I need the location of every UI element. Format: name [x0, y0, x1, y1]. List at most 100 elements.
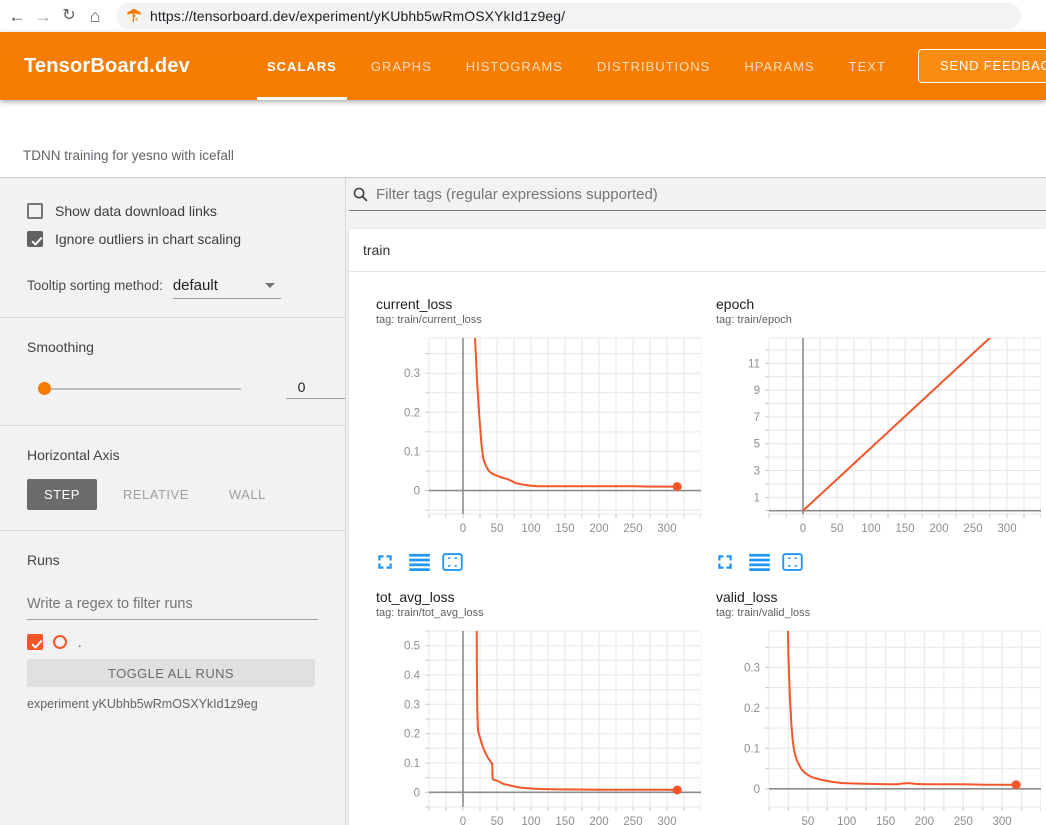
y-tick-label: 0.1	[744, 743, 760, 755]
last-point-marker	[1012, 780, 1021, 789]
y-tick-label: 0.3	[404, 699, 420, 711]
show-download-links-row[interactable]: Show data download links	[27, 203, 345, 219]
y-tick-label: 0.2	[744, 703, 760, 715]
tooltip-sorting-value: default	[173, 277, 218, 294]
line-chart-plot[interactable]: 05010015020025030000.10.20.3	[361, 333, 701, 539]
last-point-marker	[673, 786, 682, 795]
ignore-outliers-row[interactable]: Ignore outliers in chart scaling	[27, 231, 345, 247]
tab-hparams[interactable]: HPARAMS	[732, 32, 826, 100]
chart-title: epoch	[701, 296, 1041, 313]
run-checkbox[interactable]	[27, 634, 43, 650]
tab-bar: SCALARSGRAPHSHISTOGRAMSDISTRIBUTIONSHPAR…	[250, 32, 903, 100]
section-header-train[interactable]: train	[349, 229, 1046, 272]
run-selector-icon[interactable]	[749, 553, 769, 573]
tooltip-sorting-dropdown[interactable]: default	[173, 277, 281, 299]
axis-step-button[interactable]: STEP	[27, 479, 97, 510]
x-tick-label: 300	[657, 523, 676, 535]
x-tick-label: 150	[895, 523, 914, 535]
expand-chart-icon[interactable]	[376, 553, 396, 573]
smoothing-value[interactable]: 0	[286, 379, 345, 399]
x-tick-label: 50	[491, 816, 504, 825]
y-tick-label: 0.1	[404, 446, 420, 458]
line-chart-plot[interactable]: 0501001502002503001357911	[701, 333, 1041, 539]
line-chart-plot[interactable]: 5010015020025030000.10.20.3	[701, 626, 1041, 825]
divider	[0, 530, 346, 531]
filter-tags-row	[349, 178, 1046, 211]
expand-chart-icon[interactable]	[716, 553, 736, 573]
smoothing-slider[interactable]	[40, 388, 241, 390]
chart-tag: tag: train/epoch	[701, 313, 1041, 327]
divider	[0, 317, 346, 318]
x-tick-label: 150	[555, 523, 574, 535]
x-tick-label: 300	[993, 816, 1012, 825]
filter-tags-input[interactable]	[376, 186, 976, 203]
tab-text[interactable]: TEXT	[837, 32, 898, 100]
line-chart-plot[interactable]: 05010015020025030000.10.20.30.40.5	[361, 626, 701, 825]
app-header: TensorBoard.dev SCALARSGRAPHSHISTOGRAMSD…	[0, 32, 1046, 100]
app-logo: TensorBoard.dev	[24, 55, 190, 78]
check-icon	[29, 636, 45, 652]
tab-scalars[interactable]: SCALARS	[255, 32, 349, 100]
y-tick-label: 9	[754, 385, 760, 397]
url-text: https://tensorboard.dev/experiment/yKUbh…	[150, 8, 565, 24]
x-tick-label: 100	[861, 523, 880, 535]
x-tick-label: 300	[657, 816, 676, 825]
train-card: train current_losstag: train/current_los…	[349, 229, 1046, 825]
x-tick-label: 0	[460, 523, 466, 535]
browser-back-icon[interactable]: ←	[4, 8, 30, 25]
chart-tag: tag: train/current_loss	[361, 313, 701, 327]
address-bar[interactable]: https://tensorboard.dev/experiment/yKUbh…	[116, 3, 1021, 29]
x-tick-label: 0	[800, 523, 806, 535]
x-tick-label: 250	[963, 523, 982, 535]
axis-relative-button[interactable]: RELATIVE	[109, 479, 203, 510]
x-tick-label: 150	[555, 816, 574, 825]
x-tick-label: 200	[589, 523, 608, 535]
x-tick-label: 250	[623, 523, 642, 535]
fit-domain-icon[interactable]	[782, 553, 802, 573]
chart-card-epoch: epochtag: train/epoch0501001502002503001…	[701, 296, 1041, 573]
tab-graphs[interactable]: GRAPHS	[359, 32, 444, 100]
browser-reload-icon[interactable]: ↻	[56, 8, 82, 24]
chart-tag: tag: train/valid_loss	[701, 606, 1041, 620]
checkbox-label: Ignore outliers in chart scaling	[55, 231, 241, 247]
y-tick-label: 11	[748, 358, 760, 370]
y-tick-label: 5	[754, 439, 760, 451]
browser-home-icon[interactable]: ⌂	[82, 7, 108, 25]
send-feedback-button[interactable]: SEND FEEDBACK	[918, 49, 1046, 83]
browser-forward-icon[interactable]: →	[30, 8, 56, 25]
browser-toolbar: ← → ↻ ⌂ https://tensorboard.dev/experime…	[0, 0, 1046, 32]
x-tick-label: 100	[837, 816, 856, 825]
x-tick-label: 200	[589, 816, 608, 825]
search-icon	[352, 186, 369, 203]
chart-card-tot_avg_loss: tot_avg_losstag: train/tot_avg_loss05010…	[361, 589, 701, 825]
x-tick-label: 250	[954, 816, 973, 825]
runs-filter-input[interactable]	[27, 592, 318, 620]
chart-card-current_loss: current_losstag: train/current_loss05010…	[361, 296, 701, 573]
run-row[interactable]: .	[27, 634, 345, 650]
toggle-all-runs-button[interactable]: TOGGLE ALL RUNS	[27, 659, 315, 687]
y-tick-label: 0.3	[744, 662, 760, 674]
y-tick-label: 0.2	[404, 729, 420, 741]
experiment-id-note: experiment yKUbhb5wRmOSXYkId1z9eg	[27, 697, 345, 711]
experiment-title: TDNN training for yesno with icefall	[23, 148, 234, 163]
y-tick-label: 0	[414, 787, 420, 799]
tooltip-sorting-label: Tooltip sorting method:	[27, 278, 163, 293]
chart-title: tot_avg_loss	[361, 589, 701, 606]
y-tick-label: 0	[754, 784, 760, 796]
axis-wall-button[interactable]: WALL	[215, 479, 280, 510]
x-tick-label: 100	[521, 523, 540, 535]
show-download-links-checkbox[interactable]	[27, 203, 43, 219]
last-point-marker	[673, 482, 682, 491]
ignore-outliers-checkbox[interactable]	[27, 231, 43, 247]
chart-toolbar	[716, 553, 1041, 573]
tab-histograms[interactable]: HISTOGRAMS	[454, 32, 575, 100]
x-tick-label: 200	[915, 816, 934, 825]
chart-grid: current_losstag: train/current_loss05010…	[349, 272, 1046, 825]
fit-domain-icon[interactable]	[442, 553, 462, 573]
y-tick-label: 1	[754, 492, 760, 504]
smoothing-slider-thumb[interactable]	[38, 382, 51, 395]
tab-distributions[interactable]: DISTRIBUTIONS	[585, 32, 722, 100]
run-selector-icon[interactable]	[409, 553, 429, 573]
run-name: .	[78, 635, 82, 650]
chart-card-valid_loss: valid_losstag: train/valid_loss501001502…	[701, 589, 1041, 825]
